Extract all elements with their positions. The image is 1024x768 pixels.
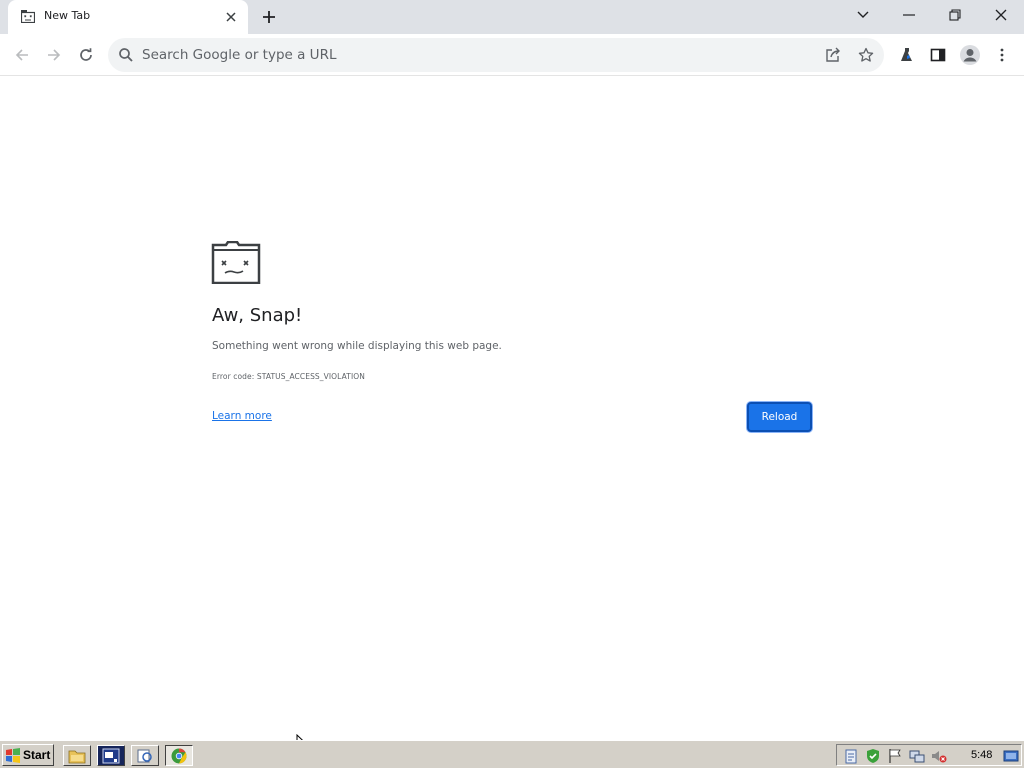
reload-icon [80,48,92,61]
profile-icon [960,45,980,65]
flag-icon[interactable] [887,748,903,764]
tools-icon [137,749,152,762]
extensions-button[interactable] [892,41,920,69]
side-panel-icon [930,48,946,62]
forward-button[interactable] [40,41,68,69]
taskbar-explorer-button[interactable] [63,745,91,766]
extensions-icon [901,48,912,61]
network-icon[interactable] [909,748,925,764]
back-icon [15,49,28,61]
tab-search-button[interactable] [840,0,886,30]
tab-new-tab[interactable]: New Tab [8,0,248,34]
taskbar-tools-button[interactable] [131,745,159,766]
start-button[interactable]: Start [2,744,54,766]
learn-more-link[interactable]: Learn more [212,410,272,422]
menu-button[interactable] [988,41,1016,69]
taskbar-chrome-button[interactable] [165,745,193,766]
profile-button[interactable] [956,41,984,69]
plus-icon [263,11,275,23]
restore-button[interactable] [932,0,978,30]
restore-icon [949,9,961,21]
reload-page-button[interactable] [72,41,100,69]
windows-logo-icon [6,747,20,763]
terminal-app-icon [102,748,120,763]
share-button[interactable] [820,42,846,68]
reload-button[interactable]: Reload [747,402,812,432]
back-button[interactable] [8,41,36,69]
bookmark-button[interactable] [853,42,879,68]
show-desktop-icon[interactable] [1003,748,1019,764]
taskbar: Start 5:48 [0,740,1024,768]
minimize-button[interactable] [886,0,932,30]
browser-toolbar [0,34,1024,76]
clock[interactable]: 5:48 [971,749,992,761]
page-title: Aw, Snap! [212,305,303,326]
search-icon [119,48,133,62]
tab-title: New Tab [44,9,91,22]
window-close-icon [995,9,1007,21]
omnibox[interactable] [108,38,884,72]
menu-icon [1000,48,1004,62]
sad-tab-favicon-icon [21,10,35,23]
forward-icon [48,49,61,61]
error-message: Something went wrong while displaying th… [212,340,502,352]
volume-muted-icon[interactable] [931,748,947,764]
omnibox-input[interactable] [142,38,782,72]
clipboard-icon[interactable] [843,748,859,764]
chevron-down-icon [857,11,869,18]
start-label: Start [23,748,51,762]
minimize-icon [903,14,915,16]
security-shield-icon[interactable] [865,748,881,764]
folder-icon [68,750,86,763]
system-tray: 5:48 [836,744,1022,766]
tab-close-button[interactable] [222,8,240,26]
sad-tab-icon [211,241,261,284]
share-icon [826,47,840,62]
window-close-button[interactable] [978,0,1024,30]
side-panel-button[interactable] [924,41,952,69]
close-icon [226,12,236,22]
new-tab-button[interactable] [258,6,280,28]
taskbar-app-button[interactable] [97,745,125,766]
error-code: Error code: STATUS_ACCESS_VIOLATION [212,372,365,381]
chrome-icon [171,748,187,763]
star-icon [858,47,874,62]
tab-strip: New Tab [0,0,1024,34]
